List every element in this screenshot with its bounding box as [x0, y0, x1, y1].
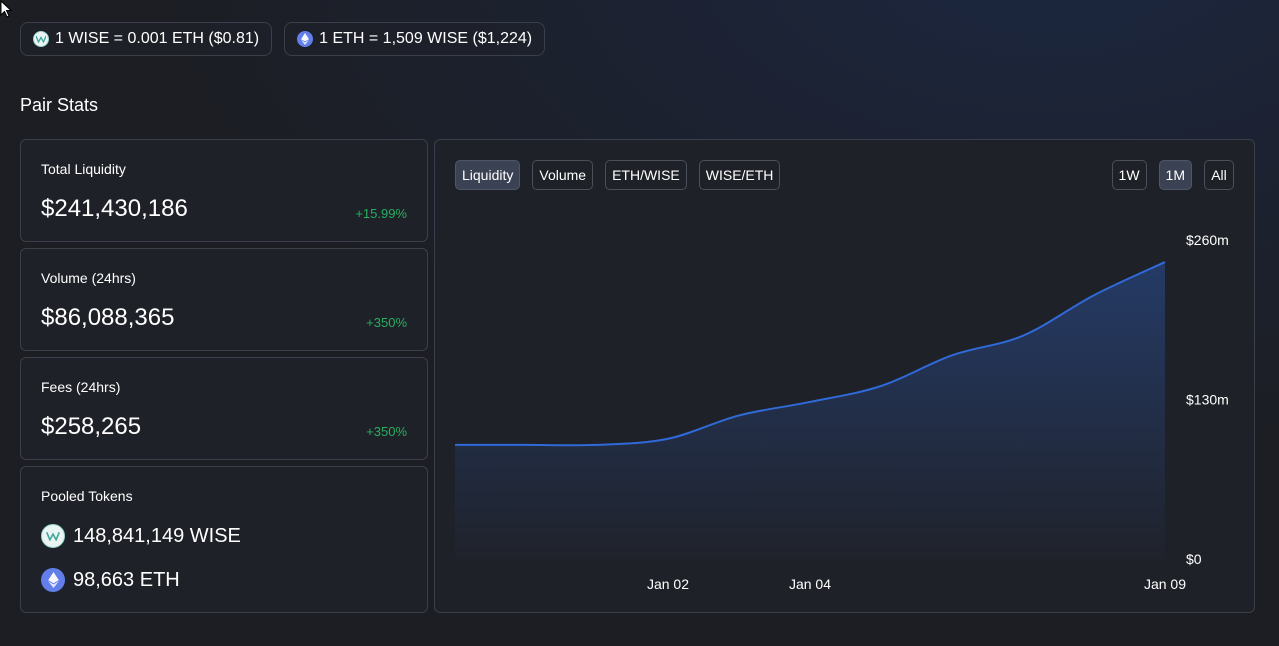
- ethereum-icon: [297, 31, 314, 47]
- volume-label: Volume (24hrs): [41, 270, 136, 286]
- fees-change: +350%: [366, 424, 407, 439]
- price-row: 1 WISE = 0.001 ETH ($0.81) 1 ETH = 1,509…: [20, 22, 546, 56]
- x-tick-label: Jan 04: [789, 576, 831, 592]
- total-liquidity-value: $241,430,186: [41, 195, 188, 222]
- y-tick-label: $260m: [1186, 232, 1229, 248]
- wise-price-chip[interactable]: 1 WISE = 0.001 ETH ($0.81): [20, 22, 273, 56]
- chart-card: Liquidity Volume ETH/WISE WISE/ETH 1W 1M…: [434, 139, 1255, 613]
- y-tick-label: $0: [1186, 551, 1202, 567]
- fees-label: Fees (24hrs): [41, 379, 121, 395]
- section-title: Pair Stats: [20, 95, 99, 115]
- x-tick-label: Jan 09: [1144, 576, 1186, 592]
- x-tick-label: Jan 02: [647, 576, 689, 592]
- pooled-eth-amount: 98,663 ETH: [73, 568, 180, 591]
- wise-price-text: 1 WISE = 0.001 ETH ($0.81): [55, 30, 260, 47]
- pooled-tokens-card: Pooled Tokens 148,841,149 WISE 98,663 ET…: [20, 466, 428, 613]
- y-tick-label: $130m: [1186, 392, 1229, 408]
- fees-value: $258,265: [41, 413, 142, 440]
- liquidity-area-fill: [455, 262, 1165, 559]
- ethereum-icon: [41, 568, 65, 592]
- wise-token-icon: [33, 31, 49, 47]
- volume-change: +350%: [366, 315, 407, 330]
- volume-value: $86,088,365: [41, 304, 175, 331]
- mouse-cursor-icon: [0, 0, 12, 18]
- eth-price-chip[interactable]: 1 ETH = 1,509 WISE ($1,224): [284, 22, 546, 56]
- wise-token-icon: [41, 524, 65, 548]
- pooled-eth-row[interactable]: 98,663 ETH: [41, 568, 180, 592]
- pooled-wise-row[interactable]: 148,841,149 WISE: [41, 524, 241, 548]
- pooled-tokens-label: Pooled Tokens: [41, 488, 133, 504]
- total-liquidity-change: +15.99%: [355, 206, 407, 221]
- pooled-wise-amount: 148,841,149 WISE: [73, 524, 241, 547]
- fees-card: Fees (24hrs) $258,265 +350%: [20, 357, 428, 460]
- total-liquidity-card: Total Liquidity $241,430,186 +15.99%: [20, 139, 428, 242]
- eth-price-text: 1 ETH = 1,509 WISE ($1,224): [319, 30, 533, 47]
- liquidity-chart[interactable]: $0 $130m $260m Jan 02 Jan 04 Jan 09: [435, 140, 1254, 612]
- volume-card: Volume (24hrs) $86,088,365 +350%: [20, 248, 428, 351]
- total-liquidity-label: Total Liquidity: [41, 161, 126, 177]
